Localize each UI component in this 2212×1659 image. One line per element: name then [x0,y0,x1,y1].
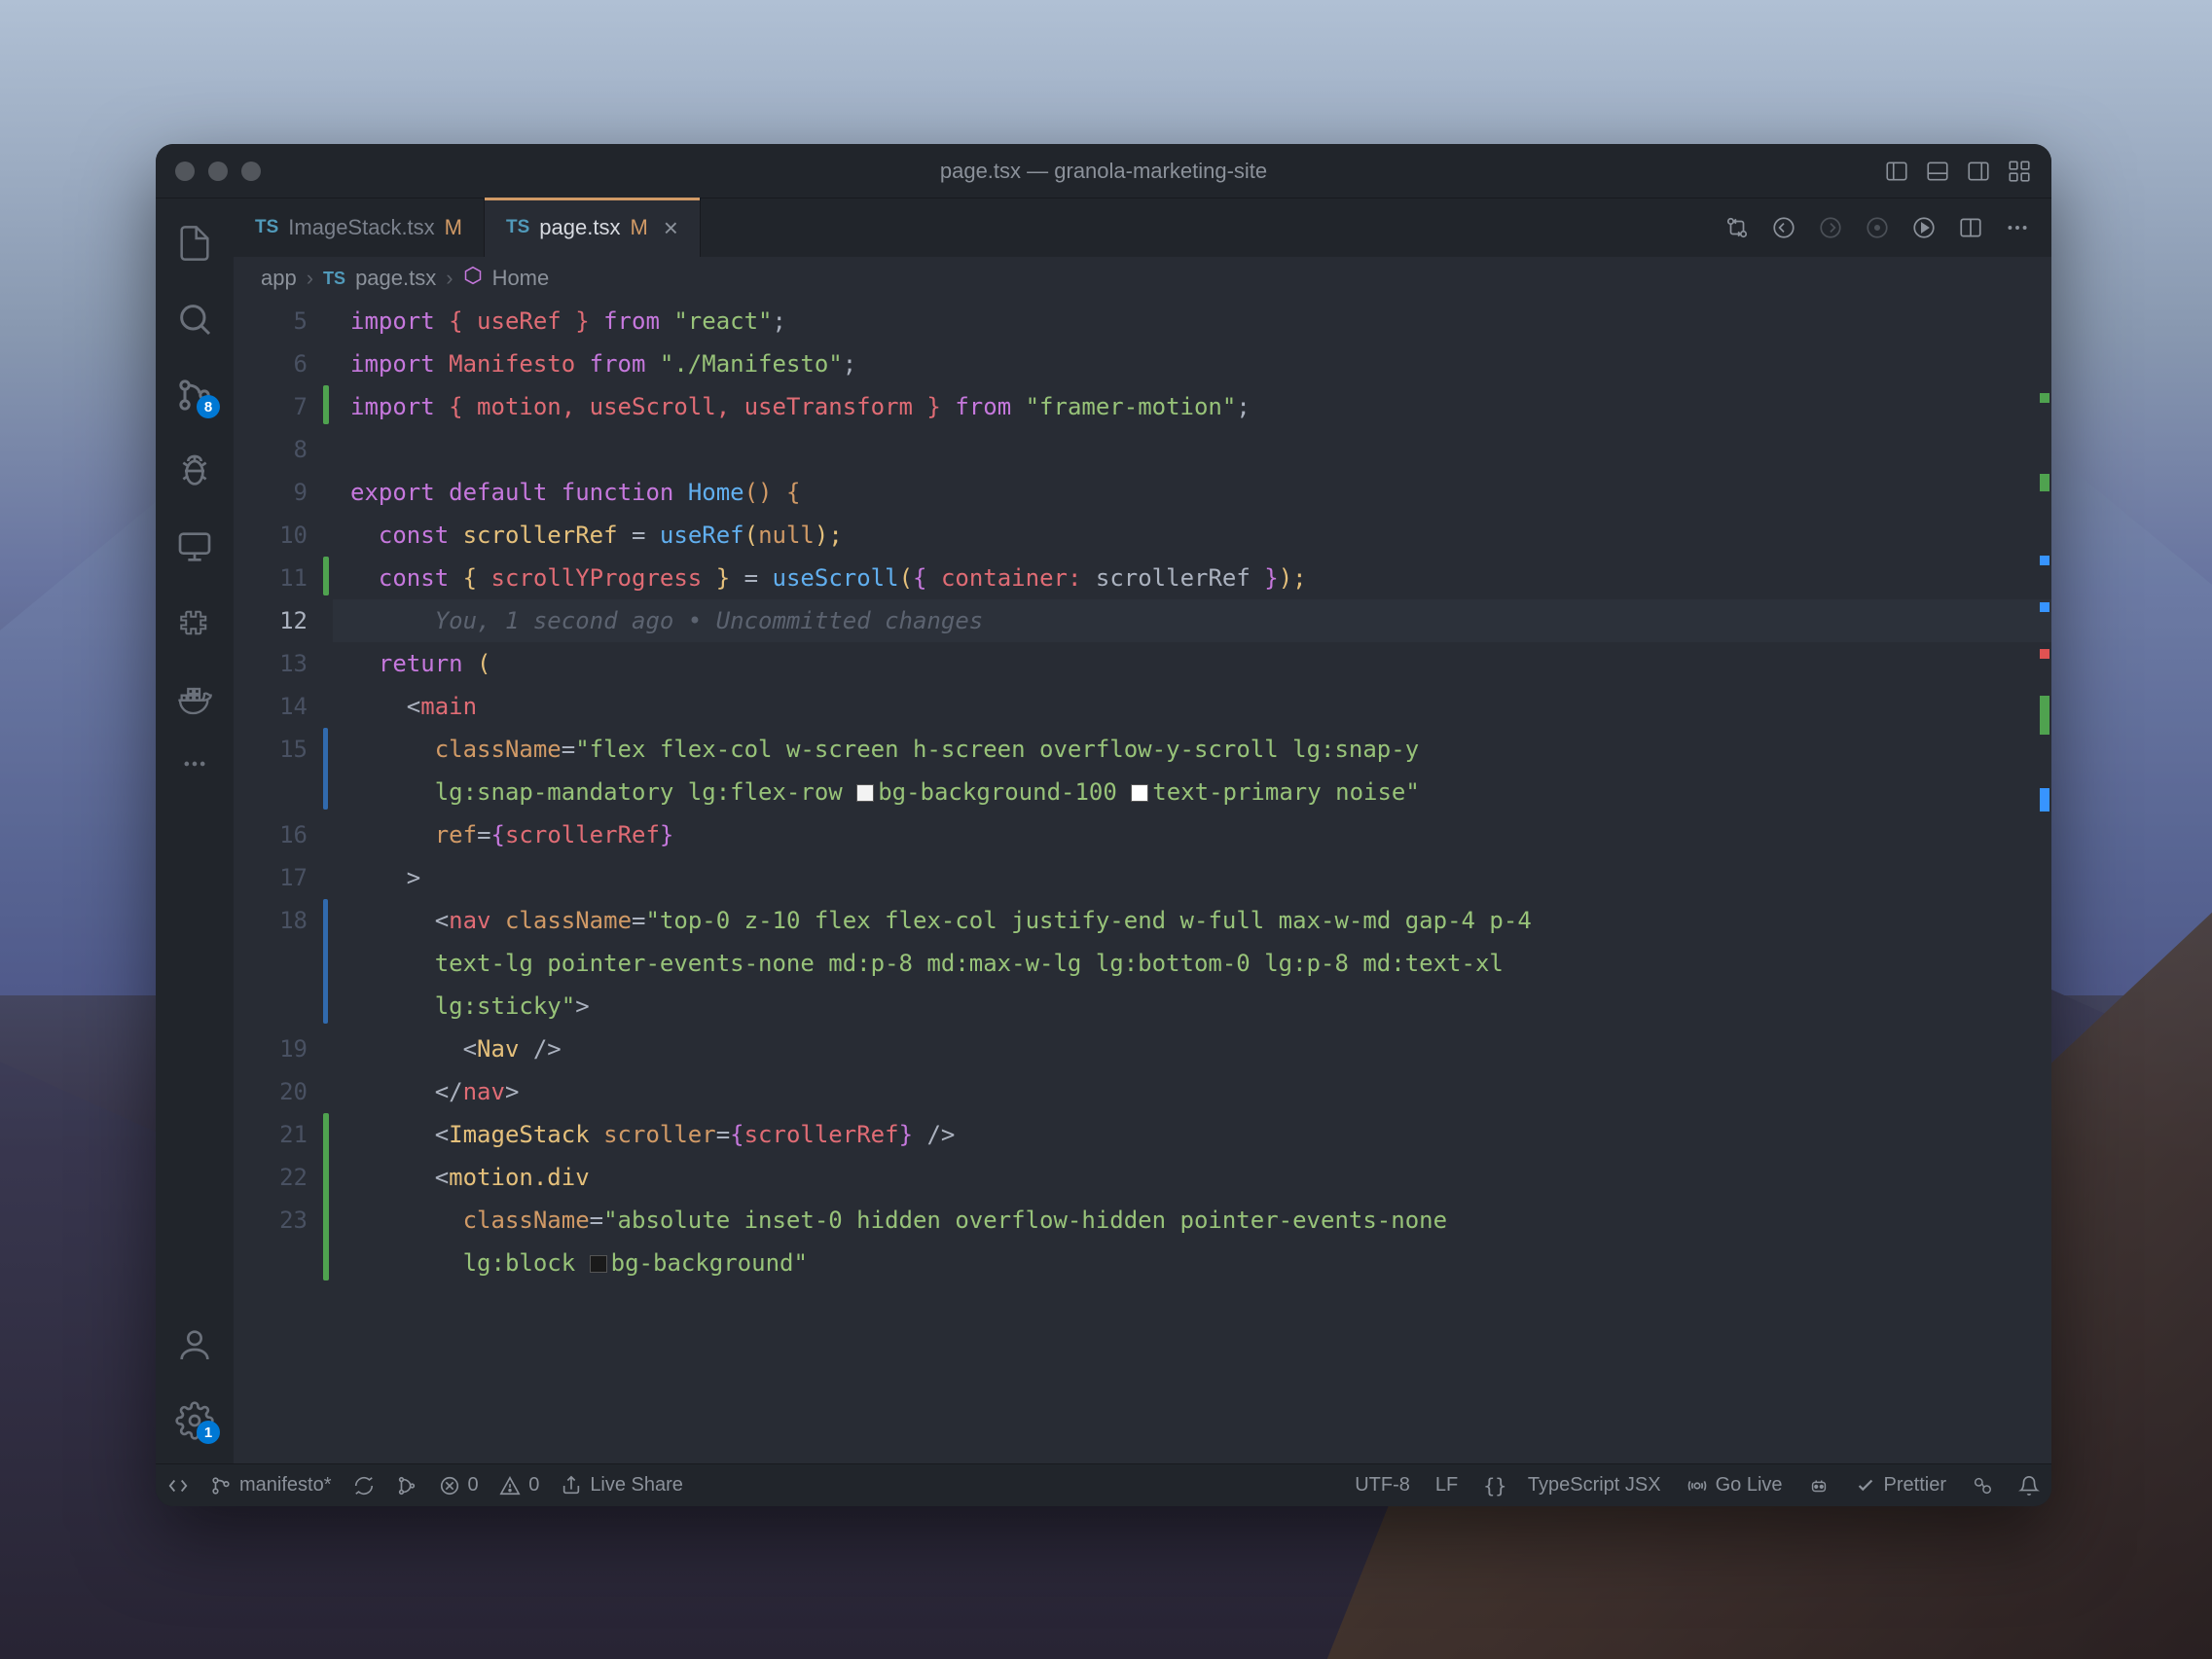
window-title: page.tsx — granola-marketing-site [940,159,1267,184]
tab-label: ImageStack.tsx [288,215,434,240]
minimize-window-button[interactable] [208,162,228,181]
remote-explorer-view-icon[interactable] [156,512,234,582]
language-status[interactable]: {} TypeScript JSX [1483,1474,1660,1497]
settings-gear-icon[interactable]: 1 [156,1386,234,1456]
search-view-icon[interactable] [156,284,234,354]
overview-ruler[interactable] [2032,300,2051,1463]
copilot-status[interactable] [1808,1475,1830,1497]
symbol-icon [463,266,483,291]
breadcrumb-segment[interactable]: Home [492,266,550,291]
modified-indicator: M [445,215,462,240]
chevron-right-icon: › [307,266,313,291]
diff-added-marker [323,557,329,595]
run-icon[interactable] [1911,215,1937,240]
diff-modified-marker [323,728,328,810]
code-editor[interactable]: 5 6 7 8 9 10 11 12 13 14 15 16 17 18 [234,300,2051,1463]
diff-added-marker [323,1113,329,1280]
git-blame-annotation: You, 1 second ago • Uncommitted changes [435,607,984,634]
maximize-window-button[interactable] [241,162,261,181]
more-actions-icon[interactable] [2005,215,2030,240]
editor-tabs: TS ImageStack.tsx M TS page.tsx M × [234,198,2051,257]
line-number-gutter: 5 6 7 8 9 10 11 12 13 14 15 16 17 18 [234,300,323,1463]
additional-views-icon[interactable] [156,739,234,788]
window-controls [175,162,261,181]
settings-badge: 1 [197,1421,220,1444]
explorer-view-icon[interactable] [156,208,234,278]
chevron-right-icon: › [446,266,453,291]
glyph-margin [323,300,333,1463]
titlebar[interactable]: page.tsx — granola-marketing-site [156,144,2051,198]
split-editor-icon[interactable] [1958,215,1983,240]
breadcrumb-segment[interactable]: app [261,266,297,291]
status-bar: manifesto* 0 0 Live Share UTF-8 LF {} Ty… [156,1463,2051,1506]
breadcrumb-segment[interactable]: page.tsx [355,266,436,291]
editor-group: TS ImageStack.tsx M TS page.tsx M × [234,198,2051,1463]
source-control-view-icon[interactable]: 8 [156,360,234,430]
tab-page[interactable]: TS page.tsx M × [485,198,701,257]
notifications-status[interactable] [2018,1475,2040,1497]
diff-added-marker [323,385,329,424]
nav-back-icon[interactable] [1771,215,1796,240]
toggle-primary-sidebar-icon[interactable] [1884,159,1909,184]
typescript-icon: TS [506,217,529,238]
editor-actions [1724,198,2051,257]
tab-label: page.tsx [539,215,620,240]
extensions-view-icon[interactable] [156,588,234,658]
activity-bar: 8 1 [156,198,234,1463]
prettier-status[interactable]: Prettier [1855,1474,1946,1497]
nav-last-icon[interactable] [1865,215,1890,240]
nav-forward-icon[interactable] [1818,215,1843,240]
go-live-status[interactable]: Go Live [1686,1474,1783,1497]
feedback-status[interactable] [1972,1475,1993,1497]
sync-status[interactable] [353,1475,375,1497]
typescript-icon: TS [323,269,345,289]
live-share-status[interactable]: Live Share [561,1474,683,1497]
graph-status[interactable] [396,1475,417,1497]
toggle-secondary-sidebar-icon[interactable] [1966,159,1991,184]
docker-view-icon[interactable] [156,664,234,734]
vscode-window: page.tsx — granola-marketing-site 8 1 [156,144,2051,1506]
remote-indicator[interactable] [167,1475,189,1497]
close-window-button[interactable] [175,162,195,181]
modified-indicator: M [630,215,647,240]
source-control-badge: 8 [197,395,220,418]
diff-modified-marker [323,899,328,1024]
breadcrumb[interactable]: app › TS page.tsx › Home [234,257,2051,300]
encoding-status[interactable]: UTF-8 [1355,1474,1410,1497]
code-content[interactable]: import { useRef } from "react"; import M… [333,300,2051,1463]
git-branch-status[interactable]: manifesto* [210,1474,332,1497]
eol-status[interactable]: LF [1435,1474,1458,1497]
run-debug-view-icon[interactable] [156,436,234,506]
tab-imagestack[interactable]: TS ImageStack.tsx M [234,198,485,257]
accounts-icon[interactable] [156,1310,234,1380]
typescript-icon: TS [255,217,278,238]
customize-layout-icon[interactable] [2007,159,2032,184]
close-tab-icon[interactable]: × [664,213,678,243]
git-compare-icon[interactable] [1724,215,1750,240]
problems-status[interactable]: 0 0 [439,1474,540,1497]
layout-controls [1884,159,2032,184]
toggle-panel-icon[interactable] [1925,159,1950,184]
